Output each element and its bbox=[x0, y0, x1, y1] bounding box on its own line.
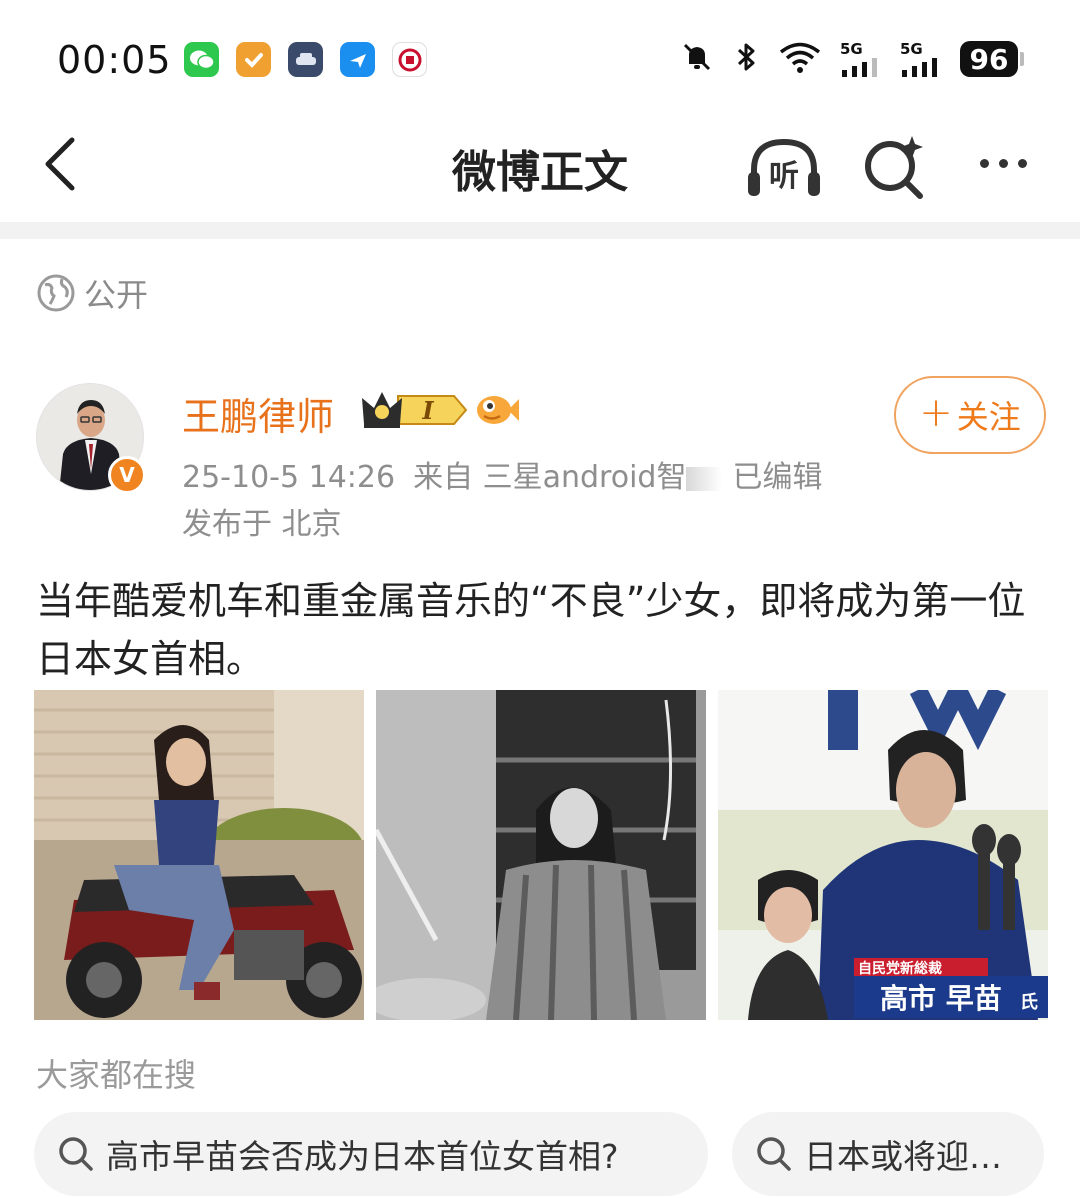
trending-chips: 高市早苗会否成为日本首位女首相? 日本或将迎… bbox=[34, 1112, 1044, 1196]
listen-button[interactable]: 听 bbox=[744, 132, 824, 202]
flight-app-icon bbox=[340, 42, 375, 77]
network-label: 5G bbox=[900, 40, 923, 58]
dot-icon bbox=[998, 158, 1008, 168]
trending-title: 大家都在搜 bbox=[36, 1056, 197, 1094]
follow-button[interactable]: + 关注 bbox=[894, 376, 1046, 454]
fish-icon bbox=[477, 396, 519, 424]
headphones-icon: 听 bbox=[748, 138, 820, 196]
listen-label: 听 bbox=[769, 159, 799, 194]
globe-icon bbox=[37, 274, 75, 312]
post-location: 发布于 北京 bbox=[182, 507, 342, 542]
wechat-icon bbox=[184, 42, 219, 77]
caption-main: 高市 早苗 bbox=[880, 982, 1002, 1015]
notification-app-icons bbox=[184, 42, 427, 77]
car-app-icon bbox=[288, 42, 323, 77]
section-divider bbox=[0, 222, 1080, 239]
caption-top: 自民党新総裁 bbox=[858, 960, 942, 977]
system-status-icons: 5G 5G 96 bbox=[680, 40, 1024, 78]
visibility-row: 公开 bbox=[36, 270, 148, 316]
verified-badge: V bbox=[108, 456, 146, 494]
post-source: 来自 三星android智 bbox=[413, 460, 687, 495]
press-conference-photo[interactable]: 自民党新総裁 高市 早苗 氏 bbox=[718, 690, 1048, 1020]
post-timestamp: 25-10-5 14:26 bbox=[182, 460, 396, 495]
fish-badge[interactable] bbox=[474, 386, 520, 434]
crown-icon: I bbox=[362, 392, 468, 428]
drummer-photo[interactable] bbox=[376, 690, 706, 1020]
trending-chip[interactable]: 高市早苗会否成为日本首位女首相? bbox=[34, 1112, 708, 1196]
post-meta: 25-10-5 14:26 来自 三星android智 已编辑 bbox=[182, 452, 822, 496]
signal-5g-icon: 5G bbox=[840, 41, 882, 77]
checkmark-app-icon bbox=[236, 42, 271, 77]
visibility-label: 公开 bbox=[84, 276, 149, 314]
bank-app-icon bbox=[392, 42, 427, 77]
network-label: 5G bbox=[840, 40, 863, 58]
mute-icon bbox=[680, 40, 714, 78]
caption-suffix: 氏 bbox=[1020, 992, 1038, 1013]
search-icon bbox=[59, 1137, 93, 1171]
wifi-icon bbox=[778, 40, 822, 78]
post-text: 当年酷爱机车和重金属音乐的“不良”少女，即将成为第一位日本女首相。 bbox=[36, 579, 1026, 681]
trending-chip-label: 日本或将迎… bbox=[804, 1137, 1002, 1176]
nav-bar: 微博正文 听 bbox=[0, 118, 1080, 222]
dot-icon bbox=[1017, 158, 1027, 168]
author-name[interactable]: 王鹏律师 bbox=[182, 386, 334, 441]
signal-5g-icon: 5G bbox=[900, 41, 942, 77]
follow-label: 关注 bbox=[956, 398, 1021, 436]
trending-chip[interactable]: 日本或将迎… bbox=[732, 1112, 1044, 1196]
more-options-button[interactable] bbox=[968, 138, 1038, 188]
status-bar: 00:05 5G 5G 96 bbox=[0, 0, 1080, 118]
trending-chip-label: 高市早苗会否成为日本首位女首相? bbox=[106, 1137, 619, 1176]
battery-indicator: 96 bbox=[960, 41, 1024, 77]
dot-icon bbox=[979, 158, 989, 168]
badge-level: I bbox=[421, 396, 434, 425]
bluetooth-icon bbox=[732, 40, 760, 78]
status-clock: 00:05 bbox=[57, 38, 172, 82]
search-icon bbox=[757, 1137, 791, 1171]
motorcycle-photo[interactable] bbox=[34, 690, 364, 1020]
image-grid: 自民党新総裁 高市 早苗 氏 bbox=[34, 690, 1048, 1020]
search-button[interactable] bbox=[862, 130, 928, 200]
search-icon bbox=[865, 136, 923, 199]
plus-icon: + bbox=[919, 390, 953, 436]
member-crown-badge[interactable]: I bbox=[360, 388, 468, 436]
edited-label[interactable]: 已编辑 bbox=[732, 460, 822, 495]
